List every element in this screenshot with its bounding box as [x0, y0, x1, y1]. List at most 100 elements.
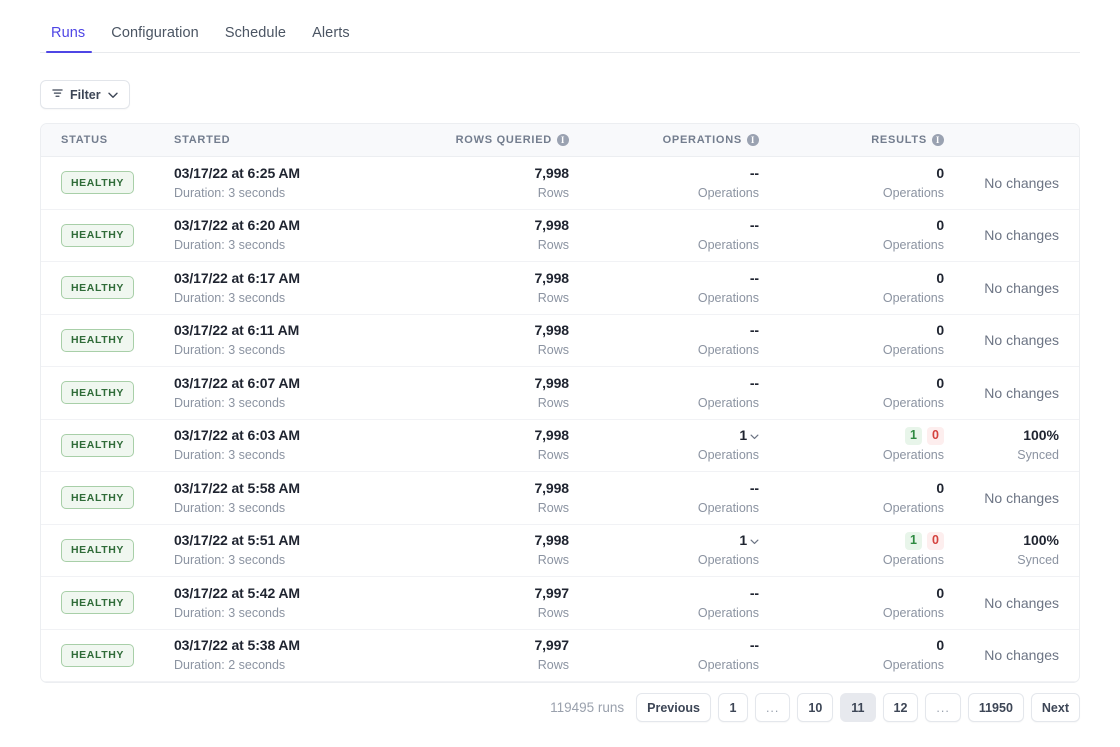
rows-queried-unit: Rows [424, 656, 569, 674]
run-started-time: 03/17/22 at 6:25 AM [174, 164, 424, 183]
status-badge: HEALTHY [61, 591, 134, 614]
operations-cell: --Operations [569, 636, 759, 674]
results-value: 0 [759, 216, 944, 235]
table-row[interactable]: HEALTHY03/17/22 at 6:20 AMDuration: 3 se… [41, 210, 1079, 263]
table-row[interactable]: HEALTHY03/17/22 at 6:07 AMDuration: 3 se… [41, 367, 1079, 420]
tab-configuration[interactable]: Configuration [98, 26, 212, 53]
rows-queried-value: 7,998 [424, 216, 569, 235]
results-value: 0 [759, 269, 944, 288]
info-icon[interactable]: i [747, 134, 759, 146]
table-row[interactable]: HEALTHY03/17/22 at 6:03 AMDuration: 3 se… [41, 420, 1079, 473]
run-status-cell: HEALTHY [41, 329, 174, 352]
operations-value-wrap[interactable]: 1 [739, 426, 759, 445]
status-badge: HEALTHY [61, 539, 134, 562]
results-unit: Operations [759, 551, 944, 569]
status-badge: HEALTHY [61, 644, 134, 667]
pagination-page-12[interactable]: 12 [883, 693, 919, 722]
results-unit: Operations [759, 236, 944, 254]
run-summary-text: No changes [944, 332, 1059, 348]
pagination-page-10[interactable]: 10 [797, 693, 833, 722]
results-pill-group: 10 [759, 532, 944, 550]
info-icon[interactable]: i [557, 134, 569, 146]
column-header-results: RESULTSi [759, 134, 944, 146]
operations-value: 1 [739, 531, 747, 550]
results-cell: 0Operations [759, 374, 944, 412]
rows-queried-unit: Rows [424, 236, 569, 254]
column-header-label: OPERATIONS [663, 134, 742, 146]
table-row[interactable]: HEALTHY03/17/22 at 6:11 AMDuration: 3 se… [41, 315, 1079, 368]
results-unit: Operations [759, 184, 944, 202]
operations-unit: Operations [569, 499, 759, 517]
table-row[interactable]: HEALTHY03/17/22 at 5:42 AMDuration: 3 se… [41, 577, 1079, 630]
filter-button[interactable]: Filter [40, 80, 130, 109]
status-badge: HEALTHY [61, 276, 134, 299]
run-summary-text: No changes [944, 647, 1059, 663]
rows-queried-cell: 7,998Rows [424, 374, 569, 412]
run-duration: Duration: 3 seconds [174, 446, 424, 464]
run-started-time: 03/17/22 at 6:03 AM [174, 426, 424, 445]
results-value: 0 [759, 374, 944, 393]
operations-unit: Operations [569, 604, 759, 622]
run-sync-label: Synced [944, 551, 1059, 569]
run-summary-cell: No changes [944, 647, 1079, 663]
run-duration: Duration: 3 seconds [174, 341, 424, 359]
run-started-cell: 03/17/22 at 6:03 AMDuration: 3 seconds [174, 426, 424, 464]
run-started-cell: 03/17/22 at 6:25 AMDuration: 3 seconds [174, 164, 424, 202]
rows-queried-unit: Rows [424, 551, 569, 569]
pagination-page-11[interactable]: 11 [840, 693, 875, 722]
table-row[interactable]: HEALTHY03/17/22 at 6:25 AMDuration: 3 se… [41, 157, 1079, 210]
operations-cell: --Operations [569, 321, 759, 359]
runs-table: STATUSSTARTEDROWS QUERIEDiOPERATIONSiRES… [40, 123, 1080, 683]
table-header-row: STATUSSTARTEDROWS QUERIEDiOPERATIONSiRES… [41, 124, 1079, 157]
run-sync-percent: 100% [944, 426, 1059, 445]
results-cell: 0Operations [759, 636, 944, 674]
rows-queried-value: 7,998 [424, 531, 569, 550]
rows-queried-cell: 7,998Rows [424, 531, 569, 569]
table-row[interactable]: HEALTHY03/17/22 at 5:58 AMDuration: 3 se… [41, 472, 1079, 525]
status-badge: HEALTHY [61, 224, 134, 247]
run-started-time: 03/17/22 at 6:20 AM [174, 216, 424, 235]
rows-queried-value: 7,998 [424, 426, 569, 445]
pagination-count: 119495 runs [550, 700, 624, 715]
tab-runs[interactable]: Runs [40, 26, 98, 53]
run-summary-cell: No changes [944, 227, 1079, 243]
rows-queried-value: 7,998 [424, 374, 569, 393]
operations-value: -- [750, 269, 759, 288]
operations-value-wrap: -- [750, 636, 759, 655]
column-header-operations: OPERATIONS i [569, 134, 759, 146]
run-started-time: 03/17/22 at 5:58 AM [174, 479, 424, 498]
rows-queried-cell: 7,998Rows [424, 479, 569, 517]
filter-icon [52, 88, 63, 102]
rows-queried-cell: 7,997Rows [424, 636, 569, 674]
run-duration: Duration: 3 seconds [174, 499, 424, 517]
results-pill-group: 10 [759, 427, 944, 445]
table-row[interactable]: HEALTHY03/17/22 at 6:17 AMDuration: 3 se… [41, 262, 1079, 315]
results-value: 0 [759, 479, 944, 498]
tab-alerts[interactable]: Alerts [299, 26, 363, 53]
table-row[interactable]: HEALTHY03/17/22 at 5:51 AMDuration: 3 se… [41, 525, 1079, 578]
run-summary-text: No changes [944, 227, 1059, 243]
pagination-page-11950[interactable]: 11950 [968, 693, 1024, 722]
filter-button-label: Filter [70, 88, 101, 102]
results-value: 0 [759, 321, 944, 340]
info-icon[interactable]: i [932, 134, 944, 146]
run-summary-cell: 100%Synced [944, 426, 1079, 464]
operations-cell: --Operations [569, 374, 759, 412]
run-started-time: 03/17/22 at 6:07 AM [174, 374, 424, 393]
run-summary-text: No changes [944, 175, 1059, 191]
pagination-previous-button[interactable]: Previous [636, 693, 711, 722]
pagination-page-1[interactable]: 1 [718, 693, 748, 722]
chevron-down-icon[interactable] [750, 531, 759, 550]
tab-schedule[interactable]: Schedule [212, 26, 299, 53]
pagination-next-button[interactable]: Next [1031, 693, 1080, 722]
rows-queried-cell: 7,998Rows [424, 426, 569, 464]
operations-value-wrap[interactable]: 1 [739, 531, 759, 550]
run-status-cell: HEALTHY [41, 224, 174, 247]
operations-value: -- [750, 216, 759, 235]
chevron-down-icon[interactable] [750, 426, 759, 445]
results-cell: 10Operations [759, 427, 944, 464]
table-row[interactable]: HEALTHY03/17/22 at 5:38 AMDuration: 2 se… [41, 630, 1079, 683]
results-cell: 0Operations [759, 269, 944, 307]
operations-value-wrap: -- [750, 374, 759, 393]
results-unit: Operations [759, 604, 944, 622]
